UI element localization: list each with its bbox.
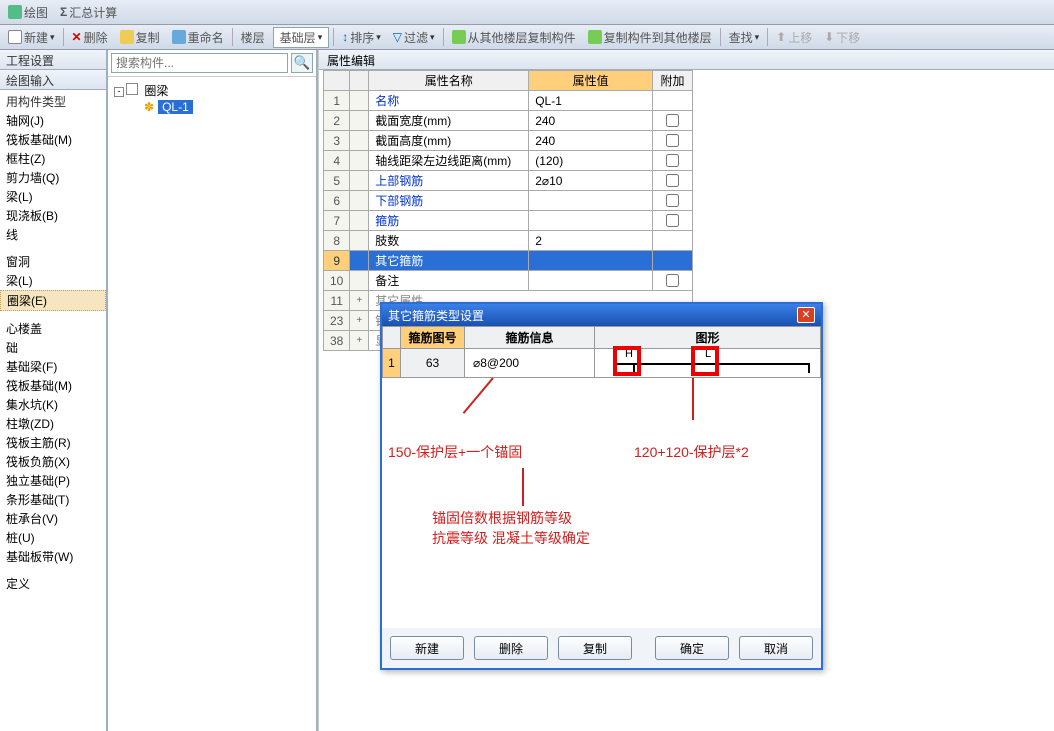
annotation-box-H [613, 346, 641, 376]
annotation-canvas: 150-保护层+一个锚固 120+120-保护层*2 锚固倍数根据钢筋等级 抗震… [382, 378, 821, 628]
property-row[interactable]: 2截面宽度(mm)240 [324, 111, 693, 131]
col-name: 属性名称 [369, 71, 529, 91]
floor-select[interactable]: 基础层 ▾ [273, 27, 330, 48]
nav-item[interactable]: 梁(L) [0, 187, 106, 206]
dialog-new-button[interactable]: 新建 [390, 636, 464, 660]
nav-item[interactable]: 轴网(J) [0, 111, 106, 130]
toolbar-main: 新建 ▾ ✕ 删除 复制 重命名 楼层 基础层 ▾ ↕排序 ▾ ▽过滤 ▾ 从其… [0, 25, 1054, 50]
group-line[interactable]: 线 [0, 225, 106, 244]
col-value: 属性值 [529, 71, 653, 91]
search-input[interactable] [111, 53, 288, 73]
property-row[interactable]: 10备注 [324, 271, 693, 291]
property-row[interactable]: 3截面高度(mm)240 [324, 131, 693, 151]
component-type-tree: 用构件类型 轴网(J)筏板基础(M)框柱(Z)剪力墙(Q)梁(L)现浇板(B) … [0, 90, 106, 731]
dialog-ok-button[interactable]: 确定 [655, 636, 729, 660]
nav-item[interactable]: 框柱(Z) [0, 149, 106, 168]
filter-button[interactable]: ▽过滤 ▾ [389, 29, 439, 46]
panel-drawing-input[interactable]: 绘图输入 [0, 70, 106, 90]
nav-item[interactable]: 梁(L) [0, 271, 106, 290]
nav-item[interactable]: 条形基础(T) [0, 490, 106, 509]
copy-to-floor-button[interactable]: 复制构件到其他楼层 [584, 29, 716, 46]
nav-item[interactable]: 筏板负筋(X) [0, 452, 106, 471]
nav-item[interactable]: 筏板主筋(R) [0, 433, 106, 452]
property-row[interactable]: 6下部钢筋 [324, 191, 693, 211]
property-row[interactable]: 4轴线距梁左边线距离(mm)(120) [324, 151, 693, 171]
stirrup-grid: 箍筋图号 箍筋信息 图形 1 63 ⌀8@200 H L [382, 326, 821, 378]
nav-item[interactable]: 剪力墙(Q) [0, 168, 106, 187]
nav-item[interactable]: 现浇板(B) [0, 206, 106, 225]
nav-item[interactable]: 基础梁(F) [0, 357, 106, 376]
property-editor-title: 属性编辑 [319, 50, 1054, 70]
rename-button[interactable]: 重命名 [168, 29, 228, 46]
stirrup-info[interactable]: ⌀8@200 [465, 349, 595, 378]
floor-label: 楼层 [237, 29, 269, 46]
copy-from-floor-button[interactable]: 从其他楼层复制构件 [448, 29, 580, 46]
nav-item[interactable]: 柱墩(ZD) [0, 414, 106, 433]
new-button[interactable]: 新建 ▾ [4, 29, 59, 46]
delete-button[interactable]: ✕ 删除 [68, 29, 112, 46]
extra-checkbox[interactable] [666, 274, 679, 287]
dialog-copy-button[interactable]: 复制 [558, 636, 632, 660]
group-foundation: 础 [0, 338, 106, 357]
find-button[interactable]: 查找 ▾ [725, 29, 764, 46]
dialog-cancel-button[interactable]: 取消 [739, 636, 813, 660]
annotation-right: 120+120-保护层*2 [634, 442, 749, 462]
nav-item[interactable]: 基础板带(W) [0, 547, 106, 566]
col-stirrup-num: 箍筋图号 [401, 327, 465, 349]
nav-item[interactable]: 桩承台(V) [0, 509, 106, 528]
extra-checkbox[interactable] [666, 214, 679, 227]
annotation-note1: 锚固倍数根据钢筋等级 [432, 508, 572, 528]
col-extra: 附加 [653, 71, 693, 91]
group-definition: 定义 [0, 574, 106, 593]
property-row[interactable]: 7箍筋 [324, 211, 693, 231]
annotation-box-L [691, 346, 719, 376]
nav-item[interactable]: 桩(U) [0, 528, 106, 547]
extra-checkbox[interactable] [666, 134, 679, 147]
property-row[interactable]: 8肢数2 [324, 231, 693, 251]
dialog-delete-button[interactable]: 删除 [474, 636, 548, 660]
property-row[interactable]: 5上部钢筋2⌀10 [324, 171, 693, 191]
menubar-partial: 绘图 Σ 汇总计算 [0, 0, 1054, 25]
close-icon[interactable]: ✕ [797, 307, 815, 323]
group-solid-floor: 心楼盖 [0, 319, 106, 338]
nav-item[interactable]: 筏板基础(M) [0, 376, 106, 395]
group-header: 用构件类型 [0, 92, 106, 111]
panel-engineering-settings[interactable]: 工程设置 [0, 50, 106, 70]
search-button[interactable]: 🔍 [291, 53, 313, 73]
tree-root[interactable]: 圈梁 [112, 81, 312, 100]
other-stirrup-dialog: 其它箍筋类型设置 ✕ 箍筋图号 箍筋信息 图形 1 63 ⌀8@200 [380, 302, 823, 670]
nav-item[interactable]: 独立基础(P) [0, 471, 106, 490]
group-window: 窗洞 [0, 252, 106, 271]
sort-button[interactable]: ↕排序 ▾ [338, 29, 385, 46]
tree-item-ql1[interactable]: ✽ QL-1 [112, 100, 312, 114]
move-down-button[interactable]: ⬇ 下移 [820, 29, 864, 46]
component-tree: 圈梁 ✽ QL-1 [108, 77, 316, 731]
extra-checkbox[interactable] [666, 174, 679, 187]
stirrup-shape[interactable]: H L [595, 349, 820, 377]
nav-item[interactable]: 筏板基础(M) [0, 130, 106, 149]
move-up-button[interactable]: ⬆ 上移 [772, 29, 816, 46]
copy-button[interactable]: 复制 [116, 29, 164, 46]
col-stirrup-info: 箍筋信息 [465, 327, 595, 349]
stirrup-figure-num[interactable]: 63 [401, 349, 465, 378]
dialog-title: 其它箍筋类型设置 [388, 307, 484, 324]
extra-checkbox[interactable] [666, 154, 679, 167]
annotation-left: 150-保护层+一个锚固 [388, 442, 522, 462]
nav-item[interactable]: 集水坑(K) [0, 395, 106, 414]
property-row[interactable]: 1名称QL-1 [324, 91, 693, 111]
nav-item[interactable]: 圈梁(E) [0, 290, 106, 311]
extra-checkbox[interactable] [666, 194, 679, 207]
row-num: 1 [383, 349, 401, 378]
property-row[interactable]: 9其它箍筋 [324, 251, 693, 271]
annotation-note2: 抗震等级 混凝土等级确定 [432, 528, 590, 548]
extra-checkbox[interactable] [666, 114, 679, 127]
